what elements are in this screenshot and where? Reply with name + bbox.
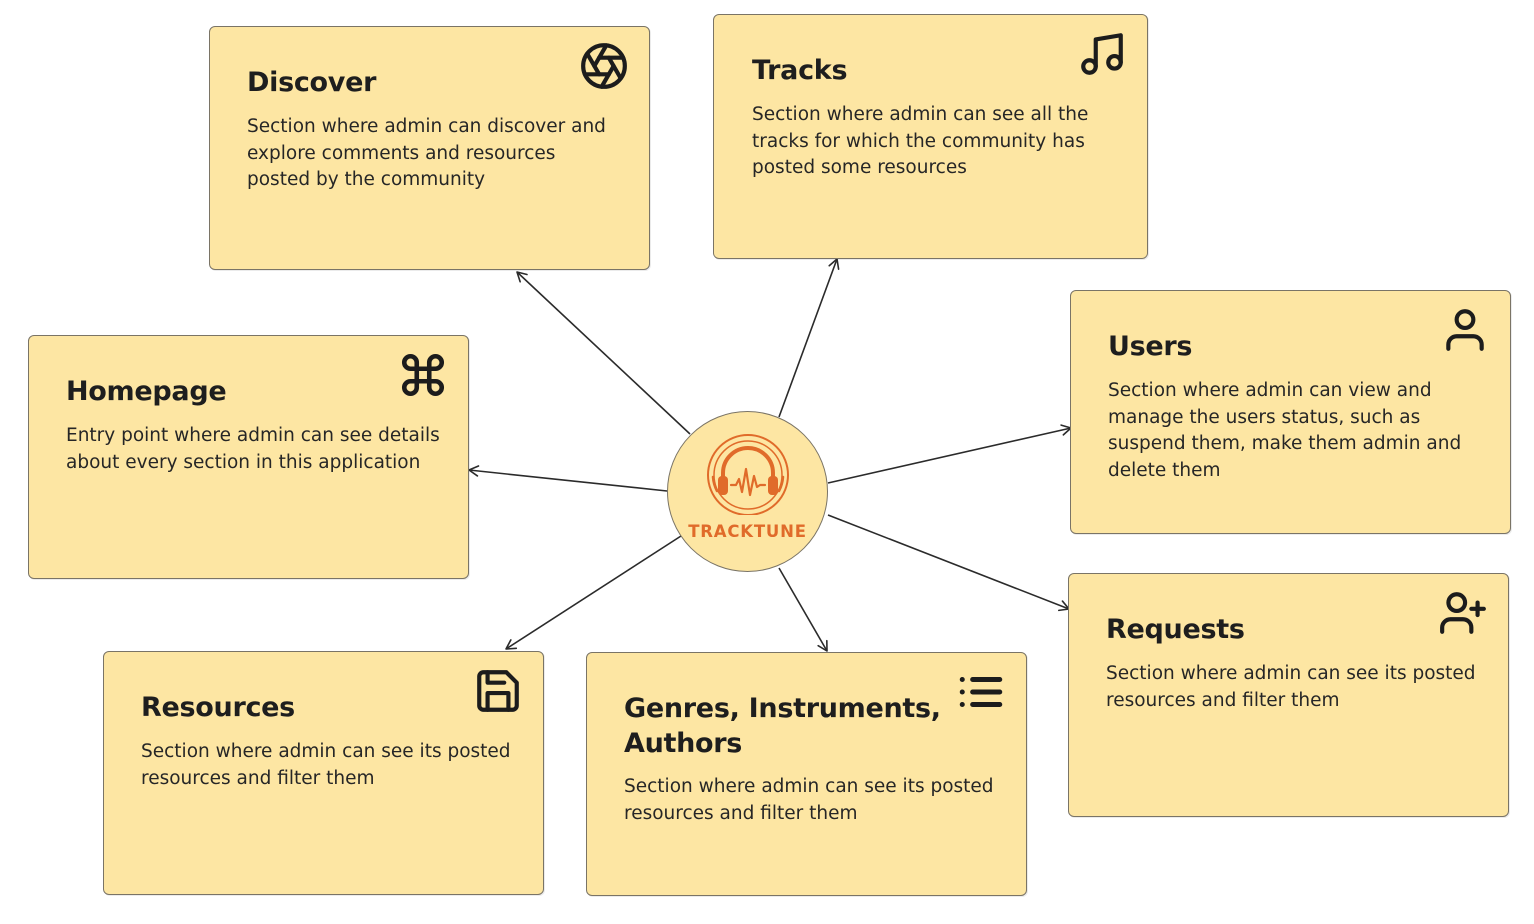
homepage-card: Homepage Entry point where admin can see… <box>28 335 469 579</box>
requests-title: Requests <box>1106 614 1245 645</box>
requests-card: Requests Section where admin can see its… <box>1068 573 1509 817</box>
homepage-title: Homepage <box>66 376 227 407</box>
genres-card: Genres, Instruments, Authors Section whe… <box>586 652 1027 896</box>
aperture-icon <box>579 41 629 91</box>
requests-description: Section where admin can see its posted r… <box>1106 663 1476 711</box>
arrow-to-tracks <box>778 258 840 418</box>
genres-description: Section where admin can see its posted r… <box>624 776 994 824</box>
resources-title: Resources <box>141 692 295 723</box>
users-description: Section where admin can view and manage … <box>1108 380 1462 481</box>
arrow-to-genres <box>778 567 828 652</box>
discover-title: Discover <box>247 67 377 98</box>
arrow-to-resources <box>505 535 682 650</box>
arrow-to-homepage <box>468 465 668 492</box>
genres-title: Genres, Instruments, Authors <box>624 693 941 759</box>
music-note-icon <box>1077 29 1127 79</box>
resources-card: Resources Section where admin can see it… <box>103 651 544 895</box>
user-plus-icon <box>1438 588 1488 638</box>
users-title: Users <box>1108 331 1193 362</box>
arrow-to-users <box>827 424 1072 484</box>
hub-brand-name: TRACKTUNE <box>688 522 807 541</box>
list-icon <box>956 667 1006 717</box>
users-card: Users Section where admin can view and m… <box>1070 290 1511 534</box>
tracks-description: Section where admin can see all the trac… <box>752 104 1089 178</box>
arrow-to-requests <box>827 514 1070 612</box>
arrow-to-discover <box>516 271 691 435</box>
user-icon <box>1440 305 1490 355</box>
save-icon <box>473 666 523 716</box>
resources-description: Section where admin can see its posted r… <box>141 741 511 789</box>
command-icon <box>398 350 448 400</box>
discover-description: Section where admin can discover and exp… <box>247 116 606 190</box>
discover-card: Discover Section where admin can discove… <box>209 26 650 270</box>
headphones-waveform-logo <box>707 434 789 515</box>
tracktune-hub: TRACKTUNE <box>667 411 828 572</box>
tracks-title: Tracks <box>752 55 848 86</box>
tracks-card: Tracks Section where admin can see all t… <box>713 14 1148 259</box>
homepage-description: Entry point where admin can see details … <box>66 425 440 473</box>
